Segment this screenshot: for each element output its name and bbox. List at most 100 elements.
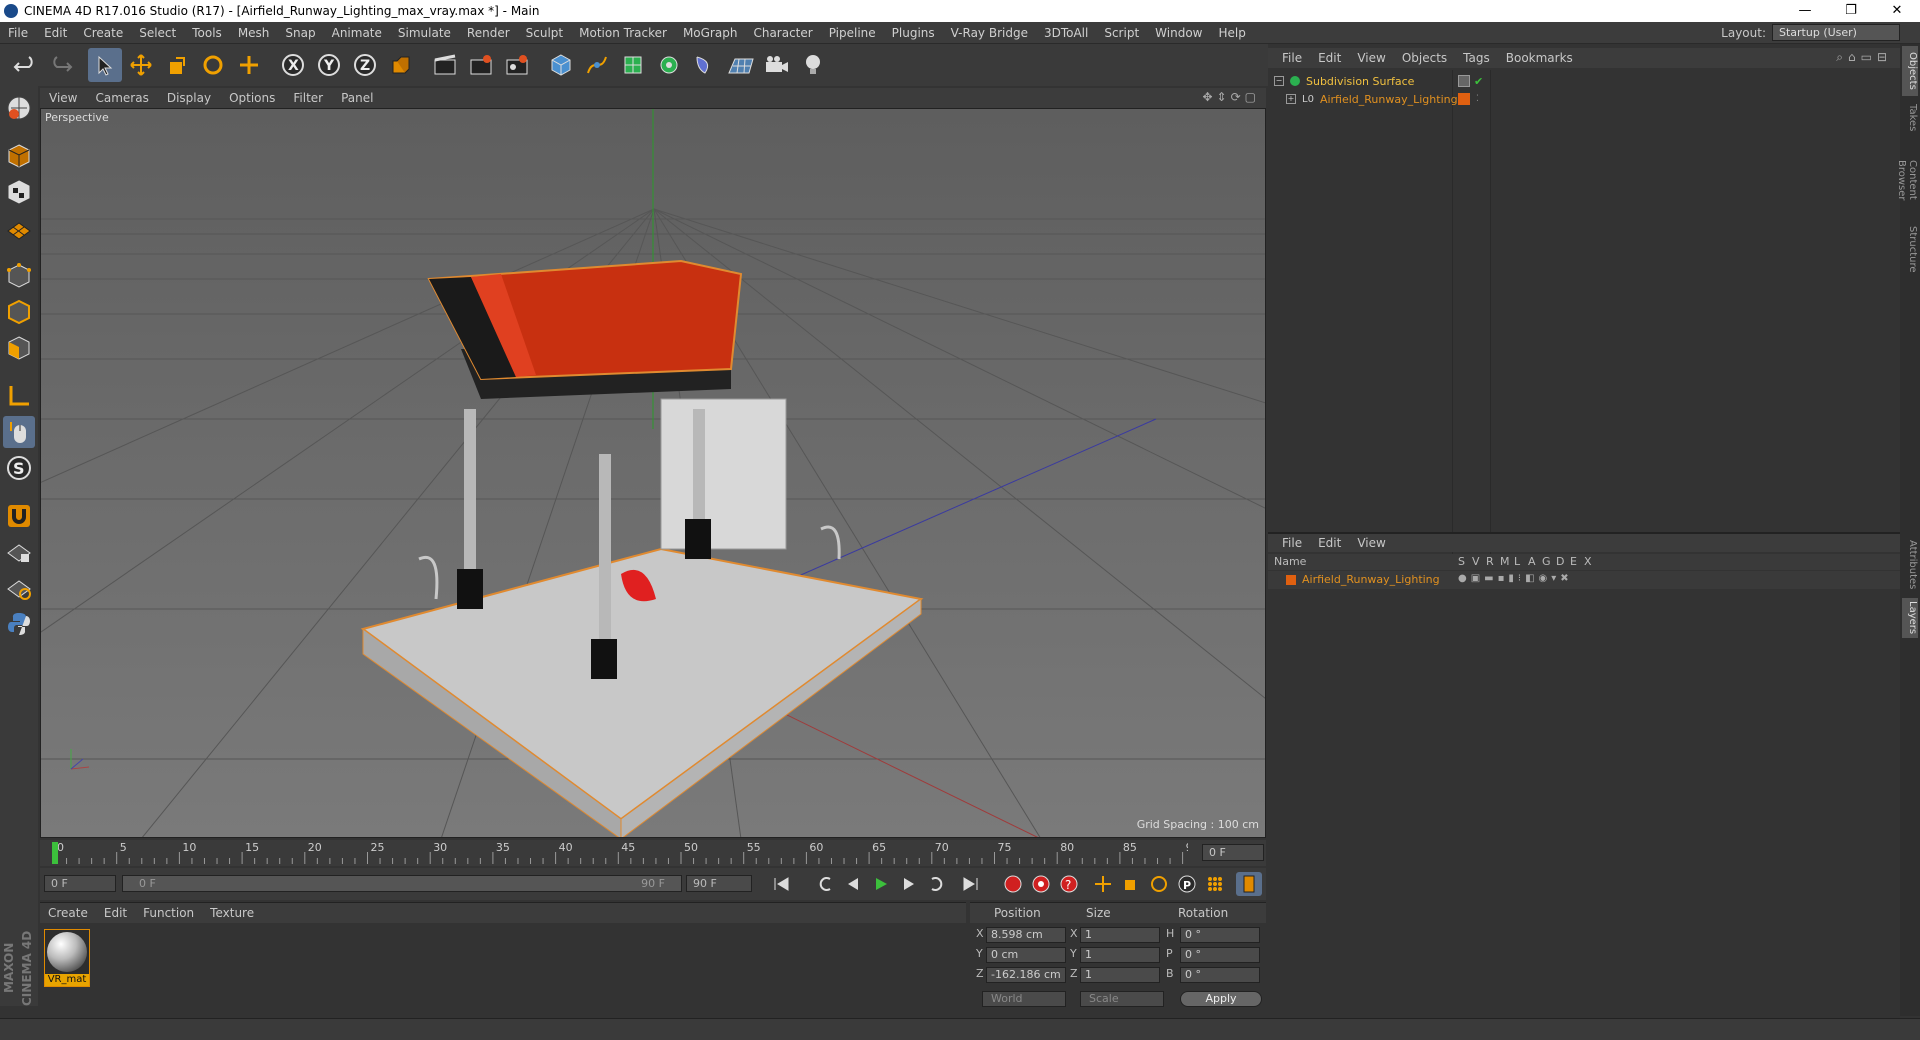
add-camera-button[interactable] xyxy=(760,48,794,82)
add-generator-button[interactable] xyxy=(616,48,650,82)
undo-button[interactable] xyxy=(8,48,42,82)
material-menu-texture[interactable]: Texture xyxy=(202,906,262,920)
scale-track-button[interactable] xyxy=(1118,872,1144,896)
points-mode-button[interactable] xyxy=(3,260,35,292)
tab-structure[interactable]: Structure xyxy=(1902,224,1918,274)
polygons-mode-button[interactable] xyxy=(3,332,35,364)
objects-menu-edit[interactable]: Edit xyxy=(1310,51,1349,65)
autokeying-button[interactable] xyxy=(1028,872,1054,896)
minimize-button[interactable]: — xyxy=(1782,0,1828,22)
material-menu-create[interactable]: Create xyxy=(40,906,96,920)
python-script-button[interactable] xyxy=(3,608,35,640)
texture-mode-button[interactable] xyxy=(3,176,35,208)
enabled-check-icon[interactable]: ✔ xyxy=(1474,75,1483,88)
next-key-button[interactable] xyxy=(924,872,950,896)
layers-menu-file[interactable]: File xyxy=(1274,536,1310,550)
edges-mode-button[interactable] xyxy=(3,296,35,328)
menu-mesh[interactable]: Mesh xyxy=(230,22,278,44)
menu-script[interactable]: Script xyxy=(1096,22,1147,44)
layer-toggle-icons[interactable]: ●▣▬▪▮⁝◧◉▾✖ xyxy=(1458,573,1573,584)
add-scene-button[interactable] xyxy=(724,48,758,82)
viewport-menu-panel[interactable]: Panel xyxy=(332,91,382,105)
menu-vray-bridge[interactable]: V-Ray Bridge xyxy=(943,22,1036,44)
render-settings-button[interactable] xyxy=(500,48,534,82)
scale-tool-button[interactable] xyxy=(160,48,194,82)
size-z-field[interactable]: 1 xyxy=(1080,967,1160,983)
viewport-menu-filter[interactable]: Filter xyxy=(284,91,332,105)
object-name[interactable]: Airfield_Runway_Lighting xyxy=(1320,93,1458,106)
next-frame-button[interactable] xyxy=(896,872,922,896)
tab-objects[interactable]: Objects xyxy=(1902,46,1918,96)
menu-file[interactable]: File xyxy=(0,22,36,44)
material-menu-function[interactable]: Function xyxy=(135,906,202,920)
objects-menu-tags[interactable]: Tags xyxy=(1455,51,1498,65)
size-x-field[interactable]: 1 xyxy=(1080,927,1160,943)
viewport-menu-display[interactable]: Display xyxy=(158,91,220,105)
add-light-button[interactable] xyxy=(796,48,830,82)
previous-key-button[interactable] xyxy=(812,872,838,896)
y-axis-lock-button[interactable]: Y xyxy=(312,48,346,82)
viewport-navigation-icons[interactable]: ✥⇕⟳▢ xyxy=(1202,90,1260,104)
coordinate-mode-dropdown[interactable]: World xyxy=(982,991,1066,1007)
layer-row[interactable]: Airfield_Runway_Lighting ●▣▬▪▮⁝◧◉▾✖ xyxy=(1268,571,1900,589)
material-menu-edit[interactable]: Edit xyxy=(96,906,135,920)
playhead-marker[interactable] xyxy=(52,842,58,864)
menu-render[interactable]: Render xyxy=(459,22,518,44)
rotation-p-field[interactable]: 0 ° xyxy=(1180,947,1260,963)
layer-color-swatch[interactable] xyxy=(1286,575,1296,585)
add-mograph-button[interactable] xyxy=(652,48,686,82)
viewport-menu-cameras[interactable]: Cameras xyxy=(86,91,157,105)
rotation-h-field[interactable]: 0 ° xyxy=(1180,927,1260,943)
layer-name[interactable]: Airfield_Runway_Lighting xyxy=(1302,573,1440,586)
snap-button[interactable] xyxy=(3,500,35,532)
z-axis-lock-button[interactable]: Z xyxy=(348,48,382,82)
size-y-field[interactable]: 1 xyxy=(1080,947,1160,963)
apply-button[interactable]: Apply xyxy=(1180,991,1262,1007)
viewport-menu-view[interactable]: View xyxy=(40,91,86,105)
rotation-b-field[interactable]: 0 ° xyxy=(1180,967,1260,983)
play-button[interactable] xyxy=(868,872,894,896)
rotation-track-button[interactable] xyxy=(1146,872,1172,896)
menu-help[interactable]: Help xyxy=(1210,22,1253,44)
objects-menu-bookmarks[interactable]: Bookmarks xyxy=(1498,51,1581,65)
menu-snap[interactable]: Snap xyxy=(277,22,323,44)
tab-attributes[interactable]: Attributes xyxy=(1902,536,1918,594)
collapse-toggle-icon[interactable]: − xyxy=(1274,76,1284,86)
menu-animate[interactable]: Animate xyxy=(324,22,390,44)
make-editable-button[interactable] xyxy=(3,92,35,124)
model-mode-button[interactable] xyxy=(3,140,35,172)
solo-mode-button[interactable]: S xyxy=(3,452,35,484)
menu-character[interactable]: Character xyxy=(745,22,820,44)
workplane-lock-button[interactable] xyxy=(3,536,35,568)
visibility-dots-icon[interactable]: ⁚ xyxy=(1476,94,1479,104)
keyframe-selection-button[interactable]: ? xyxy=(1056,872,1082,896)
x-axis-lock-button[interactable]: X xyxy=(276,48,310,82)
size-mode-dropdown[interactable]: Scale xyxy=(1080,991,1164,1007)
render-picture-viewer-button[interactable] xyxy=(464,48,498,82)
layers-menu-edit[interactable]: Edit xyxy=(1310,536,1349,550)
menu-mograph[interactable]: MoGraph xyxy=(675,22,746,44)
point-level-animation-button[interactable] xyxy=(1202,872,1228,896)
menu-motion-tracker[interactable]: Motion Tracker xyxy=(571,22,675,44)
move-tool-button[interactable] xyxy=(124,48,158,82)
menu-create[interactable]: Create xyxy=(75,22,131,44)
tab-takes[interactable]: Takes xyxy=(1902,100,1918,136)
redo-button[interactable] xyxy=(44,48,78,82)
editor-visibility-icon[interactable] xyxy=(1458,75,1470,87)
workplane-rotate-button[interactable] xyxy=(3,572,35,604)
end-frame-field[interactable]: 90 F xyxy=(686,875,752,892)
workplane-mode-button[interactable] xyxy=(3,212,35,244)
axis-mode-button[interactable] xyxy=(3,380,35,412)
objects-menu-view[interactable]: View xyxy=(1349,51,1393,65)
close-button[interactable]: ✕ xyxy=(1874,0,1920,22)
add-spline-button[interactable] xyxy=(580,48,614,82)
goto-start-button[interactable] xyxy=(768,872,794,896)
menu-sculpt[interactable]: Sculpt xyxy=(518,22,571,44)
objects-menu-file[interactable]: File xyxy=(1274,51,1310,65)
layout-dropdown[interactable]: Startup (User) xyxy=(1772,24,1900,41)
material-tag-icon[interactable] xyxy=(1458,93,1470,105)
goto-end-button[interactable] xyxy=(958,872,984,896)
menu-pipeline[interactable]: Pipeline xyxy=(821,22,884,44)
menu-edit[interactable]: Edit xyxy=(36,22,75,44)
object-name[interactable]: Subdivision Surface xyxy=(1306,75,1414,88)
